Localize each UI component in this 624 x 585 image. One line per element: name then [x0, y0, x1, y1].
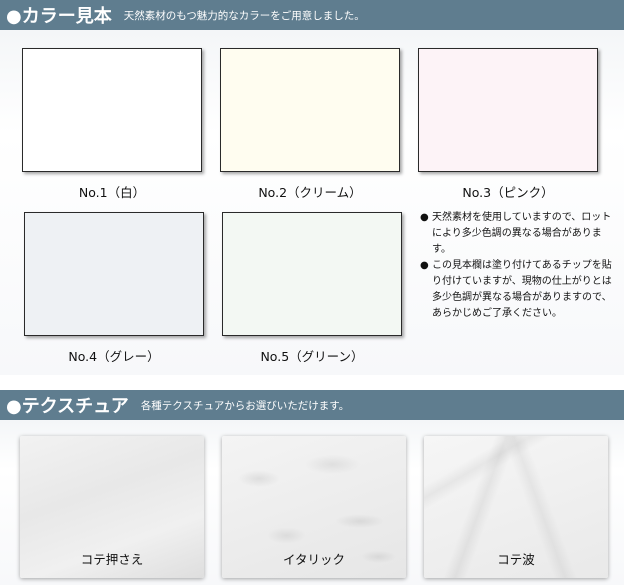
swatch-white-label: No.1（白） — [78, 185, 146, 200]
swatch-cream — [220, 48, 400, 172]
color-notes: ● 天然素材を使用していますので、ロットにより多少色調の異なる場合があります。 … — [420, 210, 620, 322]
swatch-white — [22, 48, 202, 172]
note-item: ● 天然素材を使用していますので、ロットにより多少色調の異なる場合があります。 — [420, 210, 620, 258]
swatch-green-label: No.5（グリーン） — [260, 349, 364, 364]
color-section-title: ●カラー見本 — [6, 6, 112, 27]
note-bullet: ● — [420, 260, 429, 271]
texture-kote-nami: コテ波 — [424, 436, 608, 578]
texture-italic-label: イタリック — [282, 552, 345, 567]
swatch-pink-label: No.3（ピンク） — [462, 185, 554, 200]
texture-italic: イタリック — [222, 436, 406, 578]
texture-kote-nami-label: コテ波 — [497, 552, 535, 567]
swatch-cream-label: No.2（クリーム） — [258, 185, 362, 200]
note-text: この見本欄は塗り付けてあるチップを貼り付けていますが、現物の仕上がりとは多少色調… — [432, 260, 612, 319]
texture-section-subtitle: 各種テクスチュアからお選びいただけます。 — [140, 399, 350, 412]
texture-kote-osae-label: コテ押さえ — [80, 552, 144, 567]
texture-section-header: ●テクスチュア 各種テクスチュアからお選びいただけます。 — [0, 390, 624, 420]
color-section-subtitle: 天然素材のもつ魅力的なカラーをご用意しました。 — [123, 9, 365, 22]
color-section-header: ●カラー見本 天然素材のもつ魅力的なカラーをご用意しました。 — [0, 0, 624, 30]
swatch-gray-label: No.4（グレー） — [68, 349, 160, 364]
note-item: ● この見本欄は塗り付けてあるチップを貼り付けていますが、現物の仕上がりとは多少… — [420, 258, 620, 322]
swatch-green — [222, 212, 402, 336]
note-bullet: ● — [420, 212, 429, 223]
texture-kote-osae: コテ押さえ — [20, 436, 204, 578]
swatch-gray — [24, 212, 204, 336]
note-text: 天然素材を使用していますので、ロットにより多少色調の異なる場合があります。 — [432, 212, 612, 255]
texture-section-title: ●テクスチュア — [6, 396, 129, 417]
swatch-pink — [418, 48, 598, 172]
